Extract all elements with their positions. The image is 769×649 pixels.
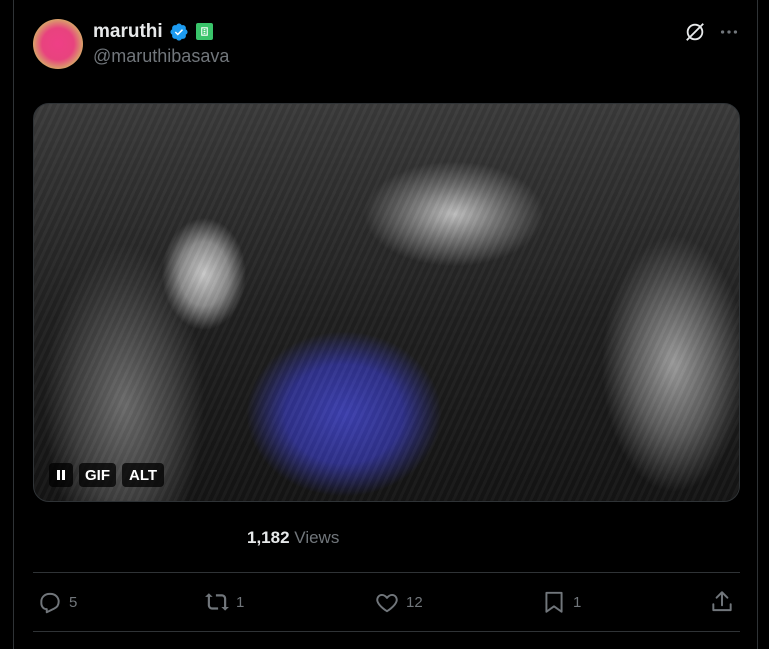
view-count[interactable]: 1,182 Views — [247, 528, 339, 548]
share-button[interactable] — [709, 589, 735, 615]
repost-count: 1 — [236, 593, 245, 611]
badge-glyph-icon — [201, 27, 208, 36]
heart-icon — [376, 593, 398, 613]
divider-bottom — [33, 631, 740, 632]
alt-text-button[interactable]: ALT — [122, 463, 165, 487]
reply-count: 5 — [69, 593, 78, 611]
media-texture — [34, 104, 739, 501]
pause-icon — [57, 470, 65, 480]
affiliate-badge-icon[interactable] — [196, 23, 213, 40]
divider-top — [33, 572, 740, 573]
pause-button[interactable] — [49, 463, 73, 487]
views-number: 1,182 — [247, 528, 290, 547]
bookmark-count: 1 — [573, 593, 582, 611]
gif-badge: GIF — [79, 463, 116, 487]
reply-button[interactable]: 5 — [37, 589, 77, 615]
like-button[interactable]: 12 — [374, 589, 423, 615]
bookmark-icon — [545, 591, 563, 613]
repost-icon — [205, 593, 229, 611]
reply-icon — [40, 592, 60, 614]
more-options-icon[interactable] — [718, 21, 740, 43]
bookmark-button[interactable]: 1 — [541, 589, 581, 615]
share-icon — [712, 591, 732, 612]
grok-icon[interactable] — [684, 21, 706, 43]
avatar[interactable] — [33, 19, 83, 69]
repost-button[interactable]: 1 — [204, 589, 244, 615]
like-count: 12 — [406, 593, 423, 611]
views-label: Views — [294, 528, 340, 547]
tweet-gif-media[interactable]: GIF ALT — [33, 103, 740, 502]
media-controls: GIF ALT — [49, 461, 165, 489]
author-name[interactable]: maruthi — [93, 21, 163, 43]
verified-badge-icon[interactable] — [169, 22, 189, 42]
timeline-right-border — [757, 0, 758, 649]
author-handle[interactable]: @maruthibasava — [93, 46, 229, 67]
timeline-left-border — [13, 0, 14, 649]
